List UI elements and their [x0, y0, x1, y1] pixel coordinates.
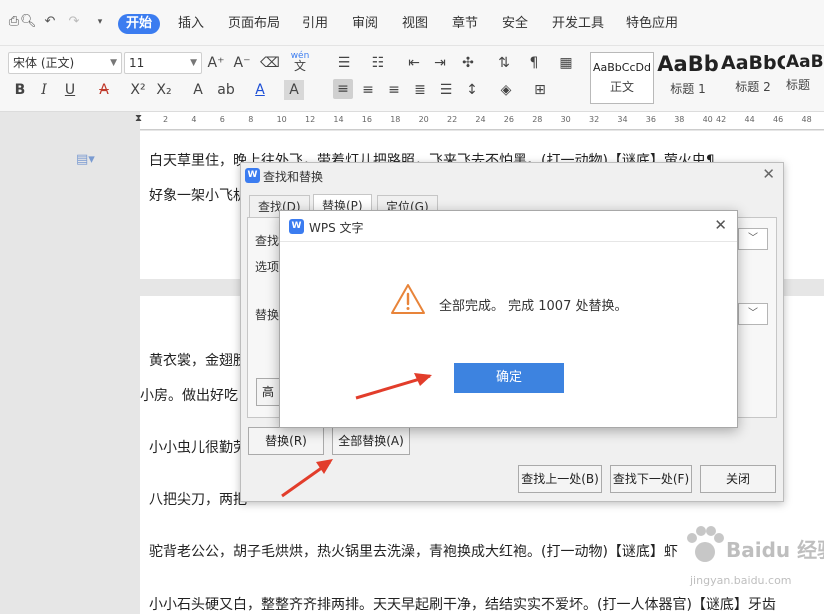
watermark-brand: Baidu 经验: [726, 538, 824, 562]
watermark-url: jingyan.baidu.com: [690, 574, 792, 587]
watermark: Baidu 经验 jingyan.baidu.com: [682, 520, 824, 600]
paw-logo-icon: [687, 526, 724, 562]
